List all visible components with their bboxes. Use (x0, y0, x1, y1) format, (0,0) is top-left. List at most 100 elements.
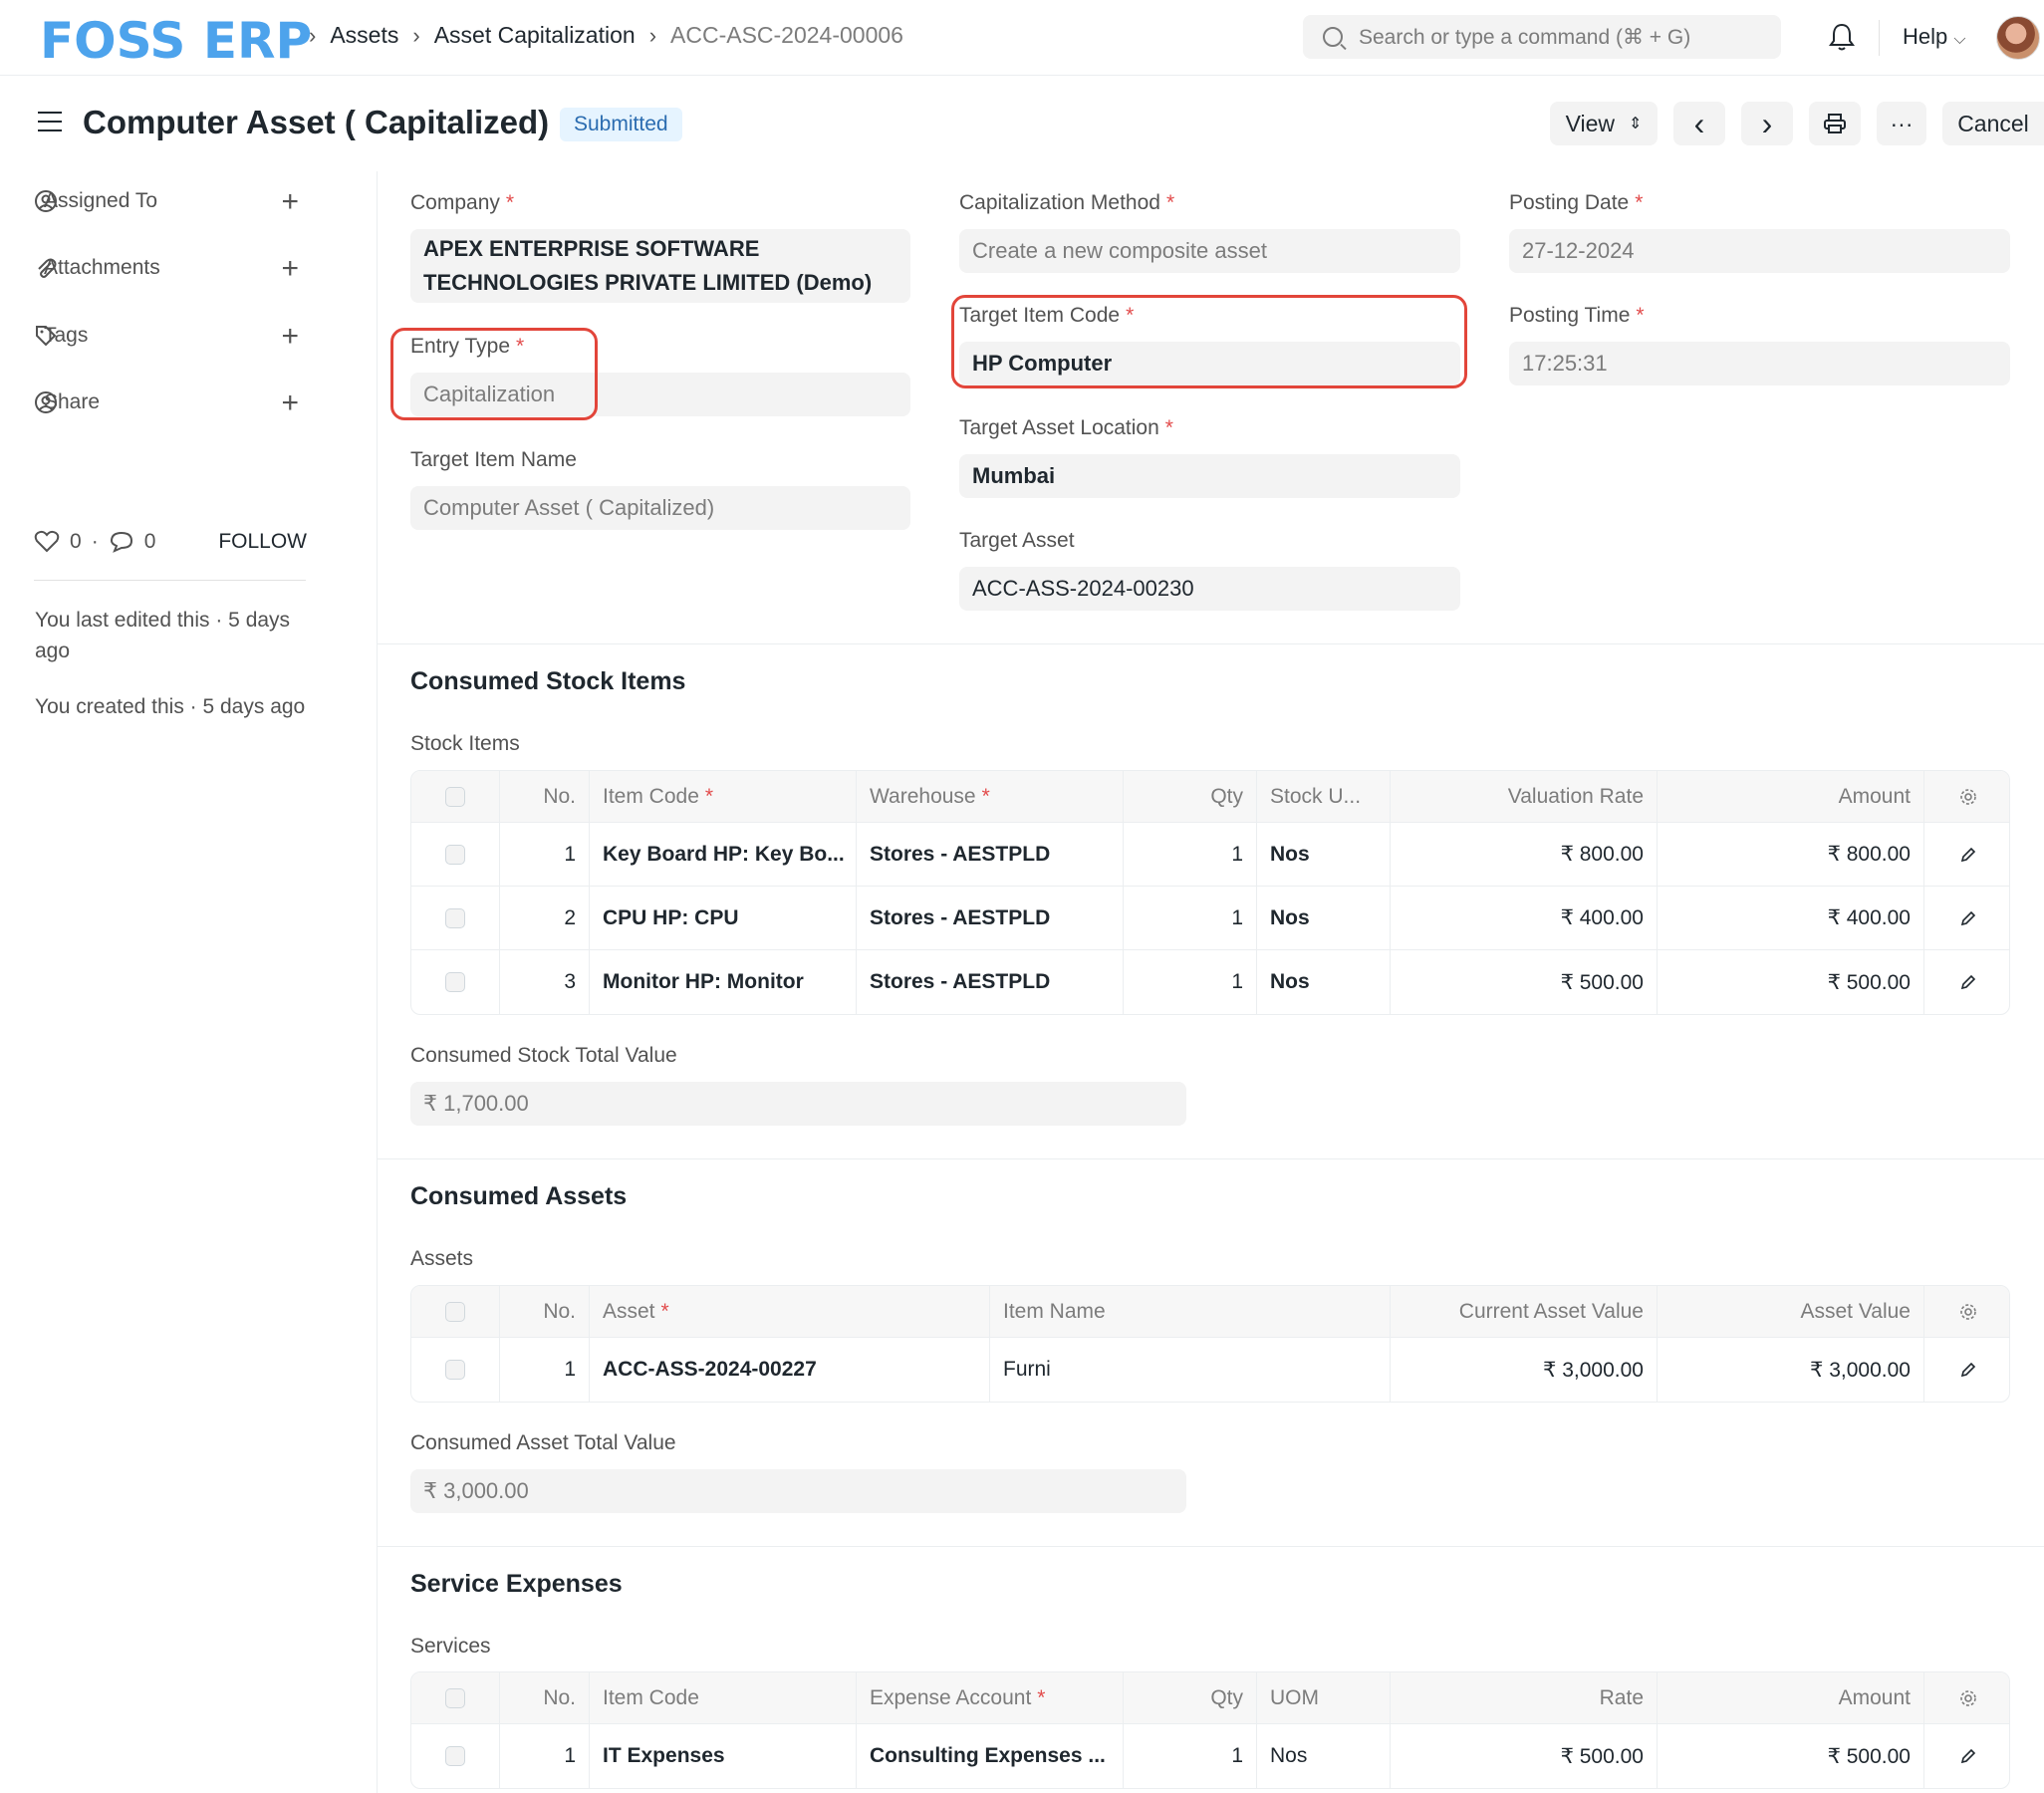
select-all-checkbox[interactable] (445, 1687, 465, 1708)
content-divider (377, 171, 378, 1793)
breadcrumb-current-doc[interactable]: ACC-ASC-2024-00006 (670, 22, 903, 49)
stock-items-table: No. Item Code * Warehouse * Qty Stock U...… (410, 770, 2010, 1015)
row-checkbox[interactable] (445, 907, 465, 928)
add-icon[interactable]: + (281, 252, 299, 286)
posting-time-label: Posting Time * (1509, 304, 1645, 327)
table-header: No. Item Code * Warehouse * Qty Stock U...… (411, 771, 2009, 823)
section-title-consumed-assets: Consumed Assets (410, 1182, 628, 1210)
row-checkbox[interactable] (445, 1746, 465, 1766)
add-icon[interactable]: + (281, 386, 299, 420)
table-row[interactable]: 3 Monitor HP: Monitor Stores - AESTPLD 1… (411, 950, 2009, 1014)
top-navbar: FOSS ERP › Assets › Asset Capitalization… (0, 0, 2044, 76)
highlight-box-target-item-code (951, 295, 1467, 388)
bell-icon[interactable] (1829, 22, 1855, 52)
cancel-button[interactable]: Cancel (1942, 102, 2044, 145)
table-header: No. Asset * Item Name Current Asset Value… (411, 1286, 2009, 1338)
gear-icon[interactable] (1958, 787, 1978, 807)
last-edited-text: You last edited this · 5 days ago (35, 609, 291, 662)
posting-date-label: Posting Date * (1509, 191, 1644, 214)
edit-icon[interactable] (1958, 845, 1978, 865)
row-checkbox[interactable] (445, 972, 465, 992)
heart-icon[interactable] (34, 530, 60, 554)
services-table: No. Item Code Expense Account * Qty UOM R… (410, 1671, 2010, 1789)
table-row[interactable]: 1 IT Expenses Consulting Expenses ... 1 … (411, 1724, 2009, 1788)
table-header: No. Item Code Expense Account * Qty UOM R… (411, 1672, 2009, 1724)
edit-icon[interactable] (1958, 1746, 1978, 1766)
chevron-right-icon: › (1761, 105, 1773, 141)
target-item-name-field[interactable]: Computer Asset ( Capitalized) (410, 486, 910, 530)
avatar[interactable] (1996, 16, 2040, 60)
printer-icon (1824, 114, 1846, 133)
created-text: You created this · 5 days ago (35, 695, 306, 718)
chevron-right-icon: › (309, 22, 317, 48)
search-icon (1323, 27, 1343, 47)
table-row[interactable]: 2 CPU HP: CPU Stores - AESTPLD 1 Nos ₹ 4… (411, 887, 2009, 950)
chevron-down-icon: ⌵ (1953, 31, 1966, 48)
assets-table: No. Asset * Item Name Current Asset Value… (410, 1285, 2010, 1403)
services-label: Services (410, 1635, 491, 1658)
breadcrumb-assets[interactable]: Assets (330, 22, 398, 49)
print-button[interactable] (1809, 102, 1861, 145)
section-divider (378, 1158, 2044, 1159)
search-input[interactable]: Search or type a command (⌘ + G) (1303, 15, 1781, 59)
stock-items-label: Stock Items (410, 732, 520, 755)
capitalization-method-field[interactable]: Create a new composite asset (959, 229, 1460, 273)
chevron-left-icon: ‹ (1693, 105, 1705, 141)
capitalization-method-label: Capitalization Method * (959, 191, 1175, 214)
sidebar-attachments[interactable]: Attachments + (34, 252, 299, 285)
sidebar-share[interactable]: Share + (34, 386, 299, 419)
target-asset-field[interactable]: ACC-ASS-2024-00230 (959, 567, 1460, 611)
edit-icon[interactable] (1958, 1360, 1978, 1380)
edit-icon[interactable] (1958, 972, 1978, 992)
breadcrumb-asset-capitalization[interactable]: Asset Capitalization (434, 22, 636, 49)
follow-button[interactable]: FOLLOW (218, 530, 307, 554)
posting-date-field[interactable]: 27-12-2024 (1509, 229, 2010, 273)
section-divider (378, 643, 2044, 644)
comment-icon[interactable] (109, 530, 134, 554)
gear-icon[interactable] (1958, 1302, 1978, 1322)
target-asset-label: Target Asset (959, 529, 1075, 552)
row-checkbox[interactable] (445, 1360, 465, 1380)
add-icon[interactable]: + (281, 320, 299, 354)
row-checkbox[interactable] (445, 844, 465, 865)
table-row[interactable]: 1 ACC-ASS-2024-00227 Furni ₹ 3,000.00 ₹ … (411, 1338, 2009, 1402)
search-placeholder: Search or type a command (⌘ + G) (1359, 25, 1691, 49)
consumed-asset-total-field[interactable]: ₹ 3,000.00 (410, 1469, 1186, 1513)
sidebar-assigned-to[interactable]: Assigned To + (34, 185, 299, 218)
sort-icon: ⇕ (1629, 116, 1643, 132)
like-count: 0 (70, 530, 82, 553)
consumed-asset-total-label: Consumed Asset Total Value (410, 1431, 676, 1454)
more-icon: ··· (1890, 110, 1914, 136)
target-asset-location-field[interactable]: Mumbai (959, 454, 1460, 498)
chevron-right-icon: › (648, 22, 657, 48)
status-badge: Submitted (560, 108, 682, 141)
sidebar-stats: 0 · 0 FOLLOW (34, 530, 307, 554)
consumed-stock-total-field[interactable]: ₹ 1,700.00 (410, 1082, 1186, 1126)
edit-icon[interactable] (1958, 908, 1978, 928)
select-all-checkbox[interactable] (445, 786, 465, 807)
section-title-service-expenses: Service Expenses (410, 1570, 623, 1598)
breadcrumb: › Assets › Asset Capitalization › ACC-AS… (295, 22, 903, 49)
menu-icon[interactable] (38, 112, 62, 133)
next-button[interactable]: › (1741, 102, 1793, 145)
company-label: Company * (410, 191, 515, 214)
view-button[interactable]: View ⇕ (1550, 102, 1658, 145)
assets-label: Assets (410, 1247, 474, 1270)
previous-button[interactable]: ‹ (1673, 102, 1725, 145)
sidebar-divider (34, 580, 306, 581)
chevron-right-icon: › (412, 22, 420, 48)
target-asset-location-label: Target Asset Location * (959, 416, 1173, 439)
company-field[interactable]: APEX ENTERPRISE SOFTWARE TECHNOLOGIES PR… (410, 229, 910, 303)
target-item-name-label: Target Item Name (410, 448, 577, 471)
help-menu[interactable]: Help ⌵ (1903, 24, 1966, 50)
gear-icon[interactable] (1958, 1688, 1978, 1708)
highlight-box-entry-type (390, 328, 598, 420)
navbar-divider (1879, 20, 1880, 56)
add-icon[interactable]: + (281, 185, 299, 219)
posting-time-field[interactable]: 17:25:31 (1509, 342, 2010, 385)
select-all-checkbox[interactable] (445, 1301, 465, 1322)
table-row[interactable]: 1 Key Board HP: Key Bo... Stores - AESTP… (411, 823, 2009, 887)
app-logo[interactable]: FOSS ERP (40, 12, 312, 70)
more-actions-button[interactable]: ··· (1877, 102, 1926, 145)
sidebar-tags[interactable]: Tags + (34, 320, 299, 353)
